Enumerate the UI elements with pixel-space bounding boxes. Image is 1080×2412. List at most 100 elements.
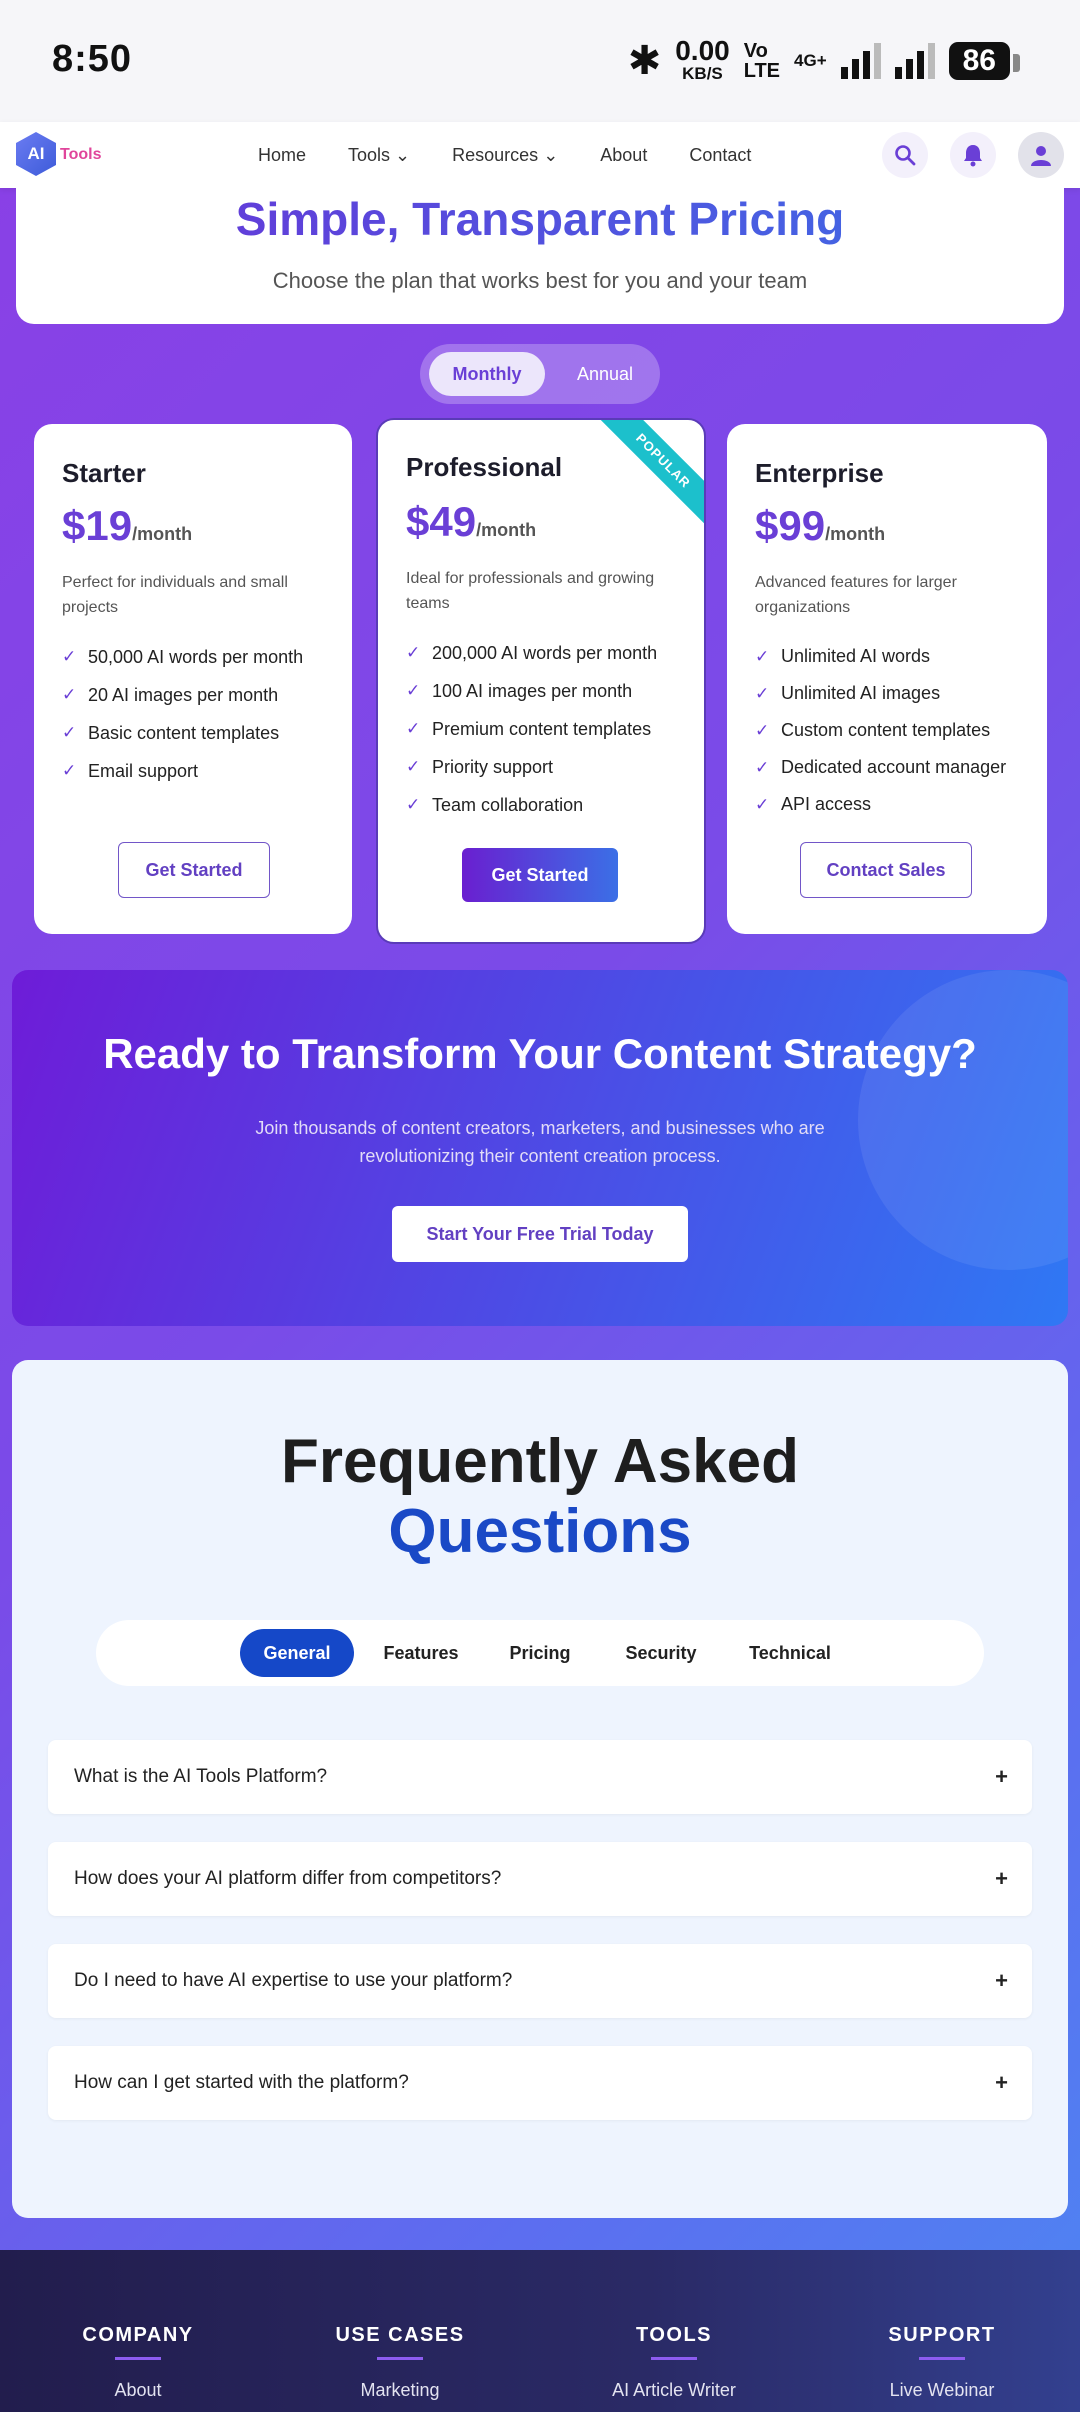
footer-link[interactable]: Live Webinar [822, 2380, 1062, 2401]
feature-item: ✓ Basic content templates [62, 714, 332, 752]
nav-actions [882, 132, 1064, 178]
faq-question[interactable]: How can I get started with the platform?… [48, 2046, 1032, 2120]
check-icon: ✓ [755, 683, 770, 703]
feature-item: ✓ 200,000 AI words per month [406, 634, 684, 672]
search-icon[interactable] [882, 132, 928, 178]
tab-features[interactable]: Features [364, 1629, 478, 1677]
volte-top: Vo [743, 40, 768, 62]
footer-heading: TOOLS [635, 2324, 713, 2346]
nav-about[interactable]: About [600, 145, 647, 166]
feature-text: Custom content templates [781, 720, 991, 740]
logo[interactable]: AI Tools [16, 132, 106, 178]
nav-home[interactable]: Home [258, 145, 306, 166]
feature-item: ✓ Dedicated account manager [755, 749, 1027, 786]
cta-banner: Ready to Transform Your Content Strategy… [12, 970, 1068, 1326]
plus-icon[interactable]: + [995, 2046, 1008, 2120]
faq-question-text: Do I need to have AI expertise to use yo… [74, 1970, 513, 1991]
get-started-button[interactable]: Get Started [118, 842, 270, 898]
feature-item: ✓ 100 AI images per month [406, 672, 684, 710]
plan-name: Starter [62, 458, 146, 488]
price-period: /month [825, 524, 886, 544]
footer-link[interactable]: Marketing [280, 2380, 520, 2401]
bell-icon[interactable] [950, 132, 996, 178]
faq-question[interactable]: How does your AI platform differ from co… [48, 1842, 1032, 1916]
footer-column-use-cases: USE CASES Marketing [280, 2324, 520, 2401]
signal-icon [840, 43, 881, 79]
plan-features: ✓ Unlimited AI words ✓ Unlimited AI images… [755, 638, 1027, 823]
plan-name: Enterprise [755, 458, 884, 488]
nav-tools[interactable]: Tools [348, 145, 410, 166]
pricing-header: Simple, Transparent Pricing Choose the p… [16, 188, 1064, 324]
check-icon: ✓ [406, 719, 421, 738]
toggle-monthly[interactable]: Monthly [429, 352, 545, 396]
feature-text: 20 AI images per month [88, 684, 279, 705]
plan-description: Ideal for professionals and growing team… [406, 570, 655, 612]
user-avatar-icon[interactable] [1018, 132, 1064, 178]
footer-column-company: COMPANY About [18, 2324, 258, 2401]
price-amount: $19 [62, 502, 133, 549]
price-amount: $49 [406, 498, 477, 545]
speed-unit: KB/S [682, 64, 723, 83]
tab-security[interactable]: Security [606, 1629, 716, 1677]
plan-description: Advanced features for larger organizatio… [755, 574, 957, 616]
nav-resources[interactable]: Resources [452, 145, 558, 166]
faq-question-text: What is the AI Tools Platform? [74, 1766, 328, 1787]
feature-text: Unlimited AI images [781, 683, 941, 703]
contact-sales-button[interactable]: Contact Sales [800, 842, 972, 898]
faq-question[interactable]: Do I need to have AI expertise to use yo… [48, 1944, 1032, 2018]
tab-general[interactable]: General [240, 1629, 354, 1677]
feature-text: 100 AI images per month [432, 680, 633, 701]
feature-text: Premium content templates [432, 718, 652, 739]
plan-features: ✓ 50,000 AI words per month ✓ 20 AI images… [62, 638, 332, 790]
footer-column-support: SUPPORT Live Webinar [822, 2324, 1062, 2401]
feature-text: Email support [88, 760, 199, 781]
plan-card-enterprise: Enterprise $99/month Advanced features f… [727, 424, 1047, 934]
signal-icon-2 [894, 43, 935, 79]
check-icon: ✓ [62, 761, 77, 780]
heading-underline [115, 2357, 161, 2360]
feature-item: ✓ Email support [62, 752, 332, 790]
get-started-button-featured[interactable]: Get Started [462, 848, 618, 902]
footer-heading: SUPPORT [888, 2324, 996, 2346]
footer-column-tools: TOOLS AI Article Writer [554, 2324, 794, 2401]
footer-heading: USE CASES [335, 2324, 465, 2346]
plan-card-starter: Starter $19/month Perfect for individual… [34, 424, 352, 934]
feature-text: Unlimited AI words [781, 646, 931, 666]
free-trial-button[interactable]: Start Your Free Trial Today [392, 1206, 688, 1262]
feature-item: ✓ Unlimited AI images [755, 675, 1027, 712]
footer-link[interactable]: About [18, 2380, 258, 2401]
volte-indicator: Vo LTE [744, 41, 780, 81]
logo-mark: AI [16, 132, 56, 176]
faq-question[interactable]: What is the AI Tools Platform? + [48, 1740, 1032, 1814]
page-subtitle: Choose the plan that works best for you … [272, 268, 808, 293]
nav-contact[interactable]: Contact [689, 145, 751, 166]
check-icon: ✓ [755, 794, 770, 814]
footer-link[interactable]: AI Article Writer [554, 2380, 794, 2401]
check-icon: ✓ [406, 757, 421, 776]
toggle-annual[interactable]: Annual [560, 352, 650, 396]
check-icon: ✓ [406, 795, 421, 814]
plus-icon[interactable]: + [995, 1842, 1008, 1916]
tab-technical[interactable]: Technical [730, 1629, 850, 1677]
heading-underline [919, 2357, 965, 2360]
cta-title: Ready to Transform Your Content Strategy… [103, 1030, 977, 1077]
nav-links: Home Tools Resources About Contact [258, 122, 751, 188]
check-icon: ✓ [755, 757, 770, 777]
feature-item: ✓ Team collaboration [406, 786, 684, 824]
plus-icon[interactable]: + [995, 1944, 1008, 2018]
plan-price: $19/month [62, 502, 192, 550]
check-icon: ✓ [62, 685, 77, 704]
feature-item: ✓ Custom content templates [755, 712, 1027, 749]
faq-question-text: How can I get started with the platform? [74, 2072, 409, 2093]
network-speed: 0.00 KB/S [675, 37, 730, 84]
plus-icon[interactable]: + [995, 1740, 1008, 1814]
status-icons: ✱ 0.00 KB/S Vo LTE 4G+ 86 [628, 37, 1021, 84]
price-period: /month [476, 520, 537, 540]
faq-tabs: General Features Pricing Security Techni… [96, 1620, 984, 1686]
billing-toggle: Monthly Annual [420, 344, 660, 404]
plan-features: ✓ 200,000 AI words per month ✓ 100 AI imag… [406, 634, 684, 824]
feature-text: 200,000 AI words per month [432, 642, 658, 663]
status-bar: 8:50 ✱ 0.00 KB/S Vo LTE 4G+ 86 [0, 0, 1080, 122]
tab-pricing[interactable]: Pricing [490, 1629, 590, 1677]
plan-description: Perfect for individuals and small projec… [62, 574, 288, 616]
